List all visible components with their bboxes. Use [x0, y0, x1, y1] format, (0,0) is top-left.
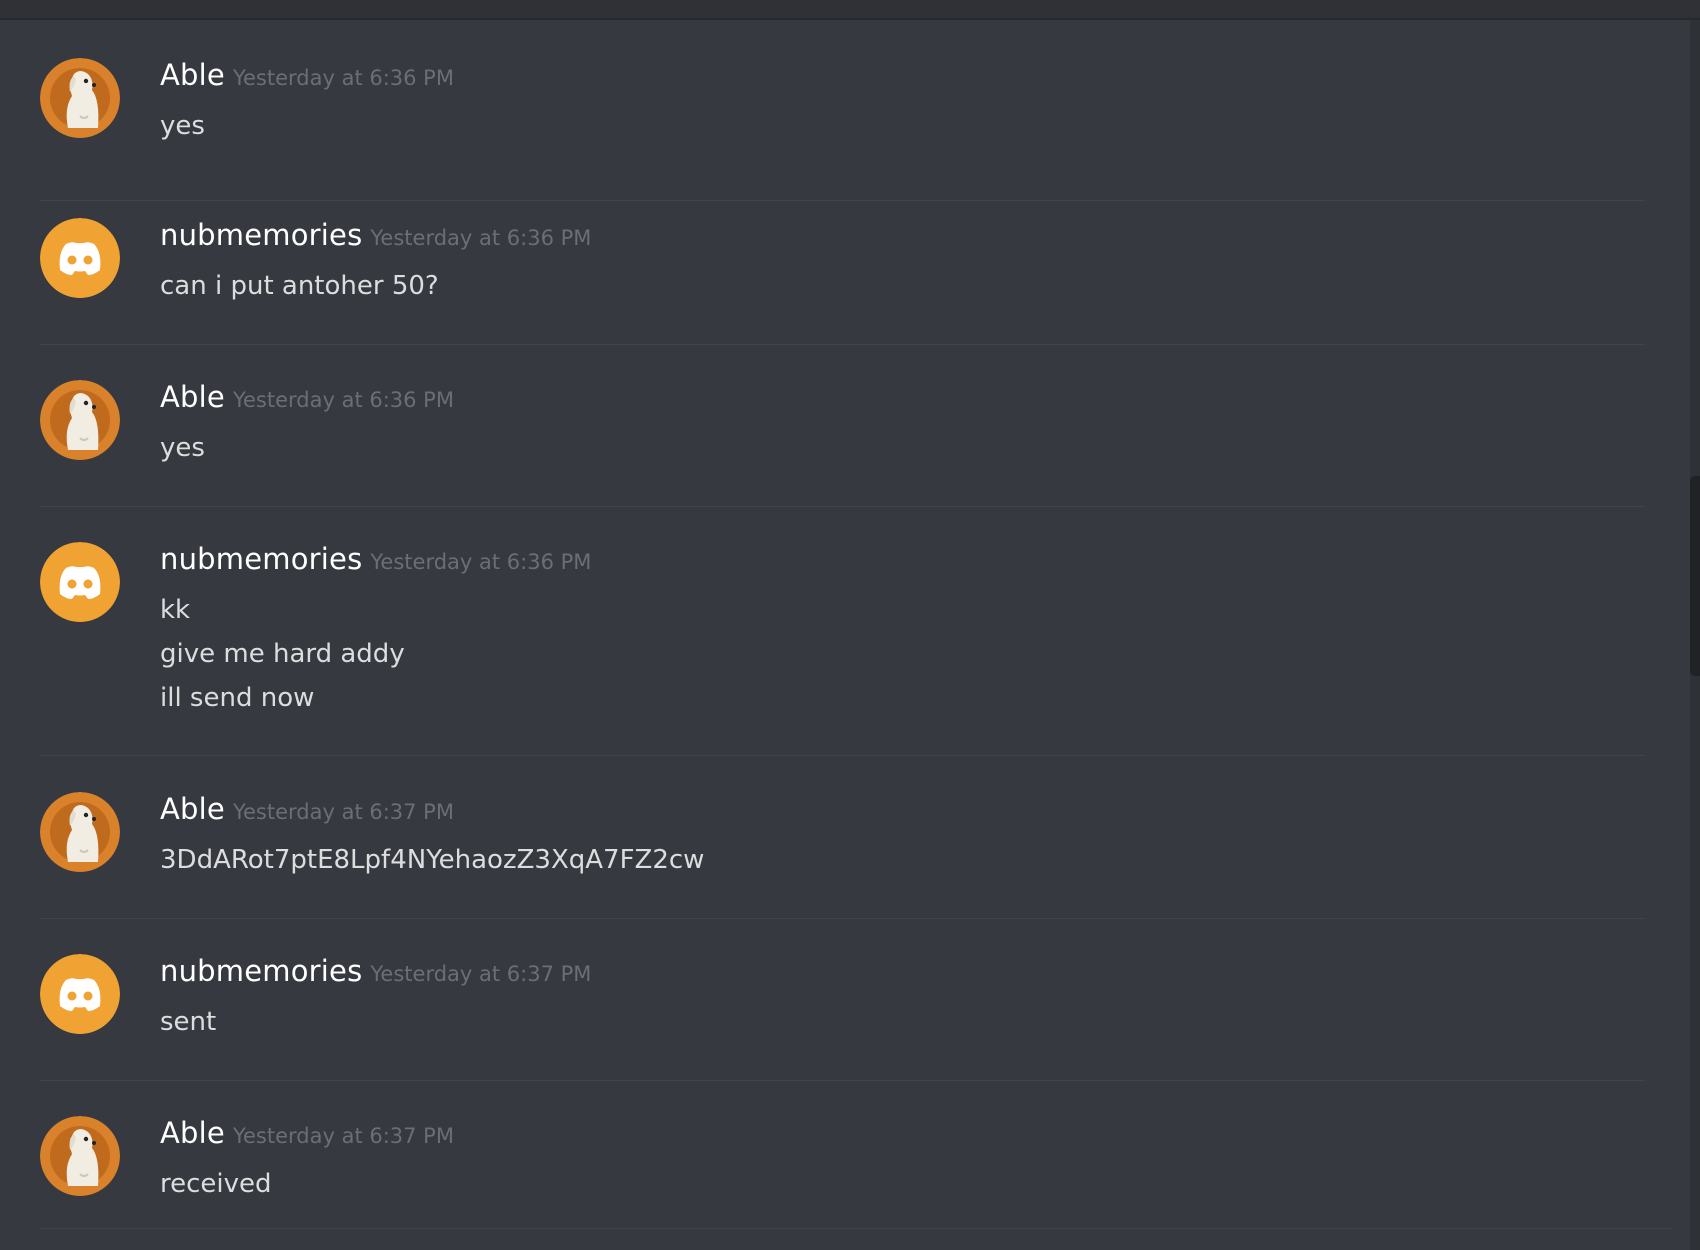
- username[interactable]: Able: [160, 380, 225, 414]
- message-content: yes: [160, 104, 205, 148]
- username[interactable]: nubmemories: [160, 954, 362, 988]
- message-line: yes: [160, 433, 205, 463]
- message-line: sent: [160, 1007, 217, 1037]
- dog-avatar-icon[interactable]: [40, 58, 120, 138]
- message-header: nubmemories Yesterday at 6:36 PM: [160, 218, 591, 252]
- message-content: kk give me hard addy ill send now: [160, 588, 405, 720]
- message-content: can i put antoher 50?: [160, 264, 439, 308]
- message-header: Able Yesterday at 6:36 PM: [160, 58, 454, 92]
- bottom-divider: [40, 1228, 1672, 1229]
- timestamp: Yesterday at 6:36 PM: [232, 66, 454, 90]
- message-header: nubmemories Yesterday at 6:37 PM: [160, 954, 591, 988]
- discord-default-avatar-icon[interactable]: [40, 954, 120, 1034]
- message-divider: [40, 918, 1645, 919]
- top-bar: [0, 0, 1700, 20]
- username[interactable]: Able: [160, 1116, 225, 1150]
- message-divider: [40, 200, 1645, 201]
- dog-avatar-icon[interactable]: [40, 380, 120, 460]
- timestamp: Yesterday at 6:37 PM: [370, 962, 592, 986]
- message-line: kk: [160, 595, 191, 625]
- discord-default-avatar-icon[interactable]: [40, 218, 120, 298]
- discord-default-avatar-icon[interactable]: [40, 542, 120, 622]
- chat-window: Able Yesterday at 6:36 PM yes nubmemories…: [0, 0, 1700, 1250]
- message-content: received: [160, 1162, 272, 1206]
- timestamp: Yesterday at 6:36 PM: [232, 388, 454, 412]
- timestamp: Yesterday at 6:37 PM: [232, 1124, 454, 1148]
- username[interactable]: nubmemories: [160, 542, 362, 576]
- message-header: Able Yesterday at 6:37 PM: [160, 1116, 454, 1150]
- username[interactable]: Able: [160, 58, 225, 92]
- message-header: Able Yesterday at 6:37 PM: [160, 792, 454, 826]
- message-line: can i put antoher 50?: [160, 271, 439, 301]
- scrollbar-thumb[interactable]: [1690, 476, 1700, 676]
- message-divider: [40, 506, 1645, 507]
- username[interactable]: Able: [160, 792, 225, 826]
- message-divider: [40, 344, 1645, 345]
- timestamp: Yesterday at 6:36 PM: [370, 550, 592, 574]
- message-header: nubmemories Yesterday at 6:36 PM: [160, 542, 591, 576]
- message-content: yes: [160, 426, 205, 470]
- message-list[interactable]: Able Yesterday at 6:36 PM yes nubmemories…: [0, 20, 1690, 1250]
- message-line: received: [160, 1169, 272, 1199]
- message-line: 3DdARot7ptE8Lpf4NYehaozZ3XqA7FZ2cw: [160, 845, 705, 875]
- message-content: 3DdARot7ptE8Lpf4NYehaozZ3XqA7FZ2cw: [160, 838, 704, 882]
- timestamp: Yesterday at 6:36 PM: [370, 226, 592, 250]
- message-divider: [40, 755, 1645, 756]
- dog-avatar-icon[interactable]: [40, 1116, 120, 1196]
- message-line: ill send now: [160, 683, 315, 713]
- message-content: sent: [160, 1000, 216, 1044]
- message-line: yes: [160, 111, 205, 141]
- message-line: give me hard addy: [160, 639, 405, 669]
- username[interactable]: nubmemories: [160, 218, 362, 252]
- message-divider: [40, 1080, 1645, 1081]
- dog-avatar-icon[interactable]: [40, 792, 120, 872]
- message-header: Able Yesterday at 6:36 PM: [160, 380, 454, 414]
- timestamp: Yesterday at 6:37 PM: [232, 800, 454, 824]
